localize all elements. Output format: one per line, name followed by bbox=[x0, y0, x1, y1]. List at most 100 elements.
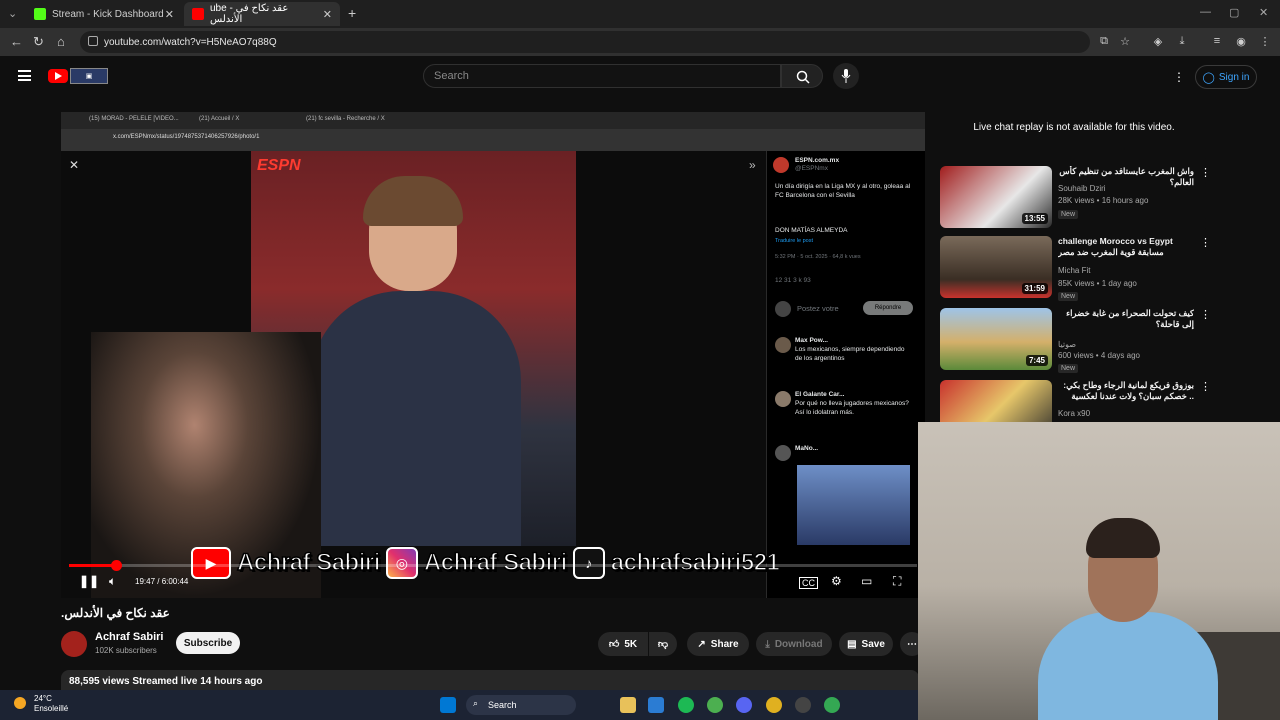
profile-icon[interactable]: ◉ bbox=[1234, 35, 1248, 49]
search-input[interactable]: Search bbox=[423, 64, 781, 88]
progress-scrubber[interactable] bbox=[110, 560, 122, 571]
file-explorer-icon[interactable] bbox=[620, 697, 636, 713]
sign-in-button[interactable]: ◯ Sign in bbox=[1195, 65, 1257, 89]
pause-icon[interactable]: ❚❚ bbox=[79, 574, 99, 588]
download-button[interactable]: ⤓ Download bbox=[756, 632, 832, 656]
progress-fill bbox=[69, 564, 116, 567]
volume-icon[interactable]: 🔈︎ bbox=[109, 574, 116, 589]
browser-menu-icon[interactable]: ⋮ bbox=[1258, 35, 1272, 49]
tweet-handle: @ESPNmx bbox=[795, 165, 828, 172]
discord-icon[interactable] bbox=[736, 697, 752, 713]
video-title[interactable]: كيف تحولت الصحراء من غابة خضراء إلى قاحل… bbox=[1058, 308, 1194, 330]
tab-youtube-video[interactable]: ube - عقد نكاح في الأندلس ✕ bbox=[184, 2, 340, 26]
channel-name[interactable]: Achraf Sabiri bbox=[95, 631, 163, 643]
recommendation-item[interactable]: 13:55 واش المغرب عايستافد من تنظيم كأس ا… bbox=[940, 166, 1270, 230]
progress-bar[interactable] bbox=[69, 560, 917, 571]
reload-icon[interactable]: ↻ bbox=[33, 34, 44, 50]
settings-gear-icon[interactable]: ⚙︎ bbox=[831, 574, 842, 588]
thumbs-down-icon: 👎︎ bbox=[657, 639, 669, 650]
viewer-avatar bbox=[775, 301, 791, 317]
voice-search-button[interactable] bbox=[833, 63, 859, 89]
youtube-logo-icon[interactable] bbox=[48, 69, 68, 83]
channel-name[interactable]: Souhaib Dziri bbox=[1058, 184, 1106, 193]
video-thumbnail[interactable]: 13:55 bbox=[940, 166, 1052, 228]
menu-hamburger-icon[interactable] bbox=[18, 70, 31, 81]
reply1-text: Los mexicanos, siempre dependiendo de lo… bbox=[795, 346, 905, 362]
chrome-profile-icon[interactable] bbox=[766, 697, 782, 713]
captions-icon[interactable]: CC bbox=[799, 577, 818, 589]
video-title[interactable]: بوزوق فريكع لمانية الرجاء وطاح بكي: .. خ… bbox=[1058, 380, 1194, 402]
more-options-icon[interactable]: ⋮ bbox=[1200, 236, 1211, 249]
chrome-alt-icon[interactable] bbox=[824, 697, 840, 713]
new-tab-icon[interactable]: + bbox=[348, 5, 356, 21]
home-icon[interactable]: ⌂ bbox=[57, 34, 65, 49]
url-field[interactable]: youtube.com/watch?v=H5NeAO7q88Q bbox=[80, 31, 1090, 53]
todo-app-icon[interactable] bbox=[648, 697, 664, 713]
maximize-icon[interactable]: ▢ bbox=[1229, 6, 1239, 19]
chrome-icon[interactable] bbox=[707, 697, 723, 713]
recommendation-item[interactable]: 31:59 challenge Morocco vs Egypt مسابقة … bbox=[940, 236, 1270, 301]
streamer-webcam bbox=[918, 422, 1280, 720]
tweet-translate: Traduire le post bbox=[775, 238, 814, 244]
video-thumbnail[interactable]: 7:45 bbox=[940, 308, 1052, 370]
channel-name[interactable]: صوتيا bbox=[1058, 340, 1076, 349]
reply2-name: El Galante Car... bbox=[795, 391, 845, 398]
channel-avatar[interactable] bbox=[61, 631, 87, 657]
sign-in-label: Sign in bbox=[1218, 71, 1250, 83]
video-player[interactable]: (15) MORAD - PELELE [VIDEO... (21) Accue… bbox=[61, 112, 925, 598]
more-options-icon[interactable]: ⋮ bbox=[1200, 166, 1211, 179]
inner-tab: (21) fc sevilla - Recherche / X bbox=[306, 116, 385, 122]
channel-name[interactable]: Kora x90 bbox=[1058, 409, 1090, 418]
fullscreen-icon[interactable]: ⛶ bbox=[893, 574, 901, 589]
close-window-icon[interactable]: ✕ bbox=[1259, 6, 1268, 19]
extensions-icon[interactable]: ◈ bbox=[1151, 35, 1165, 49]
tab-kick-dashboard[interactable]: Stream - Kick Dashboard ✕ bbox=[26, 2, 182, 26]
install-app-icon[interactable]: ⧉ bbox=[1097, 35, 1111, 49]
tiktok-handle: achrafsabiri521 bbox=[610, 548, 781, 577]
expand-arrows-icon: » bbox=[749, 158, 756, 172]
subscriber-count: 102K subscribers bbox=[95, 646, 157, 655]
save-button[interactable]: ▤ Save bbox=[839, 632, 893, 656]
recommendation-item[interactable]: 7:45 كيف تحولت الصحراء من غابة خضراء إلى… bbox=[940, 308, 1270, 373]
video-duration: 13:55 bbox=[1021, 213, 1048, 224]
reply-placeholder: Postez votre bbox=[797, 304, 839, 313]
settings-kebab-icon[interactable]: ⋮ bbox=[1173, 70, 1185, 84]
logo-doodle-icon[interactable]: ▣ bbox=[70, 68, 108, 84]
url-text: youtube.com/watch?v=H5NeAO7q88Q bbox=[104, 36, 277, 48]
bookmark-star-icon[interactable]: ☆ bbox=[1118, 35, 1132, 49]
instagram-icon: ◎ bbox=[385, 547, 418, 579]
close-tab-icon[interactable]: ✕ bbox=[165, 8, 174, 21]
browser-tab-bar: ⌄ Stream - Kick Dashboard ✕ ube - عقد نك… bbox=[0, 0, 1280, 28]
search-button[interactable] bbox=[781, 64, 823, 88]
taskbar-search-icon: ⌕ bbox=[473, 698, 479, 708]
downloads-icon[interactable]: ⤓ bbox=[1175, 35, 1189, 49]
tab-list-icon[interactable]: ⌄ bbox=[8, 7, 17, 20]
dislike-button[interactable]: 👎︎ bbox=[649, 632, 677, 656]
channel-name[interactable]: Micha Fit bbox=[1058, 266, 1090, 275]
share-button[interactable]: ↗ Share bbox=[687, 632, 749, 656]
theater-mode-icon[interactable]: ▭ bbox=[861, 574, 872, 588]
minimize-icon[interactable]: — bbox=[1200, 6, 1211, 18]
like-button[interactable]: 👍︎ 5K bbox=[598, 632, 648, 656]
weather-widget[interactable]: 24°C Ensoleillé bbox=[14, 694, 68, 714]
more-options-icon[interactable]: ⋮ bbox=[1200, 380, 1211, 393]
obs-icon[interactable] bbox=[795, 697, 811, 713]
reply-button: Répondre bbox=[863, 301, 913, 315]
windows-start-icon[interactable] bbox=[440, 697, 456, 713]
video-thumbnail[interactable]: 31:59 bbox=[940, 236, 1052, 298]
reading-list-icon[interactable]: ≡ bbox=[1210, 35, 1224, 49]
youtube-favicon-icon bbox=[192, 8, 204, 20]
more-options-icon[interactable]: ⋮ bbox=[1200, 308, 1211, 321]
video-title[interactable]: challenge Morocco vs Egypt مسابقة قوية ا… bbox=[1058, 236, 1194, 258]
webcam-person-body bbox=[1038, 612, 1218, 720]
taskbar-search[interactable]: ⌕ Search bbox=[466, 695, 576, 715]
spotify-icon[interactable] bbox=[678, 697, 694, 713]
photo-person-hair bbox=[363, 176, 463, 226]
back-icon[interactable]: ← bbox=[10, 34, 23, 49]
close-tab-icon[interactable]: ✕ bbox=[323, 8, 332, 21]
sun-icon bbox=[14, 697, 26, 709]
subscribe-button[interactable]: Subscribe bbox=[176, 632, 240, 654]
close-photo-icon: ✕ bbox=[69, 158, 80, 172]
site-info-icon[interactable] bbox=[88, 36, 98, 46]
social-handles-overlay: ▶ Achraf Sabiri ◎ Achraf Sabiri ♪ achraf… bbox=[191, 545, 791, 581]
